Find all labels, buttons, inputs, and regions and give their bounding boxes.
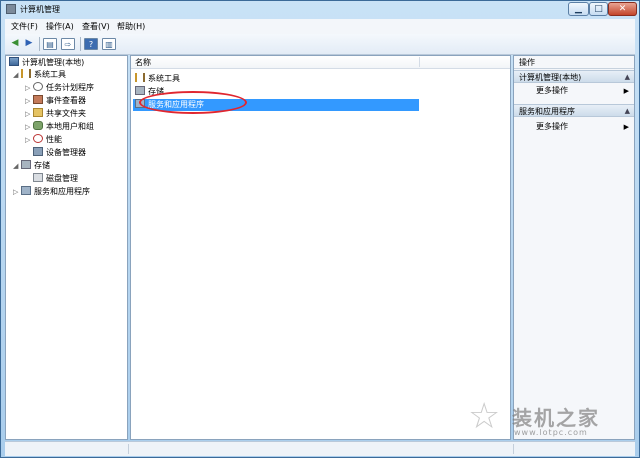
- toolbar: ◀ ▶ ▤ ⇨ ? ▥: [5, 34, 635, 55]
- tree-item-label: 本地用户和组: [46, 122, 94, 131]
- arrow-right-icon: ▶: [25, 38, 33, 48]
- tree-item-device-manager[interactable]: 设备管理器: [33, 147, 86, 159]
- tree-item-storage[interactable]: ◢ 存储: [13, 160, 50, 172]
- collapse-arrow-icon[interactable]: ◢: [13, 160, 21, 172]
- collapse-caret-icon[interactable]: ▲: [625, 105, 630, 118]
- tree-item-label: 任务计划程序: [46, 83, 94, 92]
- performance-icon: [33, 134, 43, 143]
- tree-item-disk-management[interactable]: 磁盘管理: [33, 173, 78, 185]
- tree-item-system-tools[interactable]: ◢ 系统工具: [13, 69, 66, 81]
- tree-item-label: 共享文件夹: [46, 109, 86, 118]
- actions-section-label: 计算机管理(本地): [519, 73, 582, 82]
- expand-arrow-icon[interactable]: ▷: [25, 82, 33, 94]
- actions-section-label: 服务和应用程序: [519, 107, 575, 116]
- tree-item-label: 磁盘管理: [46, 174, 78, 183]
- tree-item-label: 存储: [34, 161, 50, 170]
- menu-file[interactable]: 文件(F): [11, 21, 38, 32]
- more-actions-item[interactable]: 更多操作 ▶: [514, 85, 634, 97]
- menu-view[interactable]: 查看(V): [82, 21, 110, 32]
- event-log-icon: [33, 95, 43, 104]
- watermark-text: 装机之家: [512, 406, 600, 430]
- column-header-label: 名称: [135, 58, 151, 67]
- storage-icon: [135, 86, 145, 95]
- tree-item-local-users-groups[interactable]: ▷ 本地用户和组: [25, 121, 94, 133]
- column-header-name[interactable]: 名称: [131, 56, 510, 69]
- actions-pane-title: 操作: [514, 56, 634, 69]
- disk-icon: [33, 173, 43, 182]
- tools-icon: [21, 69, 31, 78]
- actions-section-services-applications[interactable]: 服务和应用程序 ▲: [514, 104, 634, 117]
- computer-icon: [9, 57, 19, 66]
- computer-management-icon: [6, 4, 16, 14]
- status-divider: [128, 444, 129, 454]
- collapse-arrow-icon[interactable]: ◢: [13, 69, 21, 81]
- toolbar-separator: [39, 37, 40, 51]
- menu-action[interactable]: 操作(A): [46, 21, 74, 32]
- tree-item-performance[interactable]: ▷ 性能: [25, 134, 62, 146]
- help-button[interactable]: ?: [84, 38, 98, 50]
- show-hide-action-pane-button[interactable]: ▥: [102, 38, 116, 50]
- toolbar-separator: [80, 37, 81, 51]
- tree-root-label: 计算机管理(本地): [22, 58, 85, 67]
- site-watermark: ☆ 装机之家 www.lotpc.com: [468, 396, 618, 446]
- device-manager-icon: [33, 147, 43, 156]
- expand-arrow-icon[interactable]: ▷: [25, 95, 33, 107]
- collapse-caret-icon[interactable]: ▲: [625, 71, 630, 84]
- tree-item-label: 事件查看器: [46, 96, 86, 105]
- export-icon: ⇨: [64, 40, 72, 49]
- actions-pane: 操作 计算机管理(本地) ▲ 更多操作 ▶ 服务和应用程序 ▲ 更多操作 ▶: [513, 55, 635, 440]
- actions-section-computer-management[interactable]: 计算机管理(本地) ▲: [514, 70, 634, 83]
- help-icon: ?: [88, 40, 94, 49]
- close-button[interactable]: ✕: [608, 2, 637, 16]
- tree-item-label: 性能: [46, 135, 62, 144]
- expand-arrow-icon[interactable]: ▷: [25, 121, 33, 133]
- list-item-system-tools[interactable]: 系统工具: [133, 73, 419, 85]
- console-tree-icon: ▤: [46, 40, 54, 49]
- more-actions-label: 更多操作: [536, 122, 568, 131]
- tree-item-label: 设备管理器: [46, 148, 86, 157]
- computer-management-window: 计算机管理 ▁ □ ✕ 文件(F) 操作(A) 查看(V) 帮助(H) ◀ ▶ …: [0, 0, 640, 458]
- show-hide-console-tree-button[interactable]: ▤: [43, 38, 57, 50]
- more-actions-item[interactable]: 更多操作 ▶: [514, 121, 634, 133]
- tree-item-label: 系统工具: [34, 70, 66, 79]
- shared-folder-icon: [33, 108, 43, 117]
- tree-root[interactable]: 计算机管理(本地): [9, 57, 84, 69]
- users-icon: [33, 121, 43, 130]
- expand-arrow-icon[interactable]: ▷: [25, 108, 33, 120]
- list-item-label: 系统工具: [148, 74, 180, 83]
- expand-arrow-icon[interactable]: ▷: [13, 186, 21, 198]
- tree-item-label: 服务和应用程序: [34, 187, 90, 196]
- menu-help[interactable]: 帮助(H): [117, 21, 145, 32]
- clock-icon: [33, 82, 43, 91]
- storage-icon: [21, 160, 31, 169]
- star-logo-icon: ☆: [468, 396, 501, 437]
- minimize-button[interactable]: ▁: [568, 2, 589, 16]
- column-divider[interactable]: [419, 57, 420, 67]
- back-button[interactable]: ◀: [9, 38, 21, 50]
- menu-bar: 文件(F) 操作(A) 查看(V) 帮助(H): [5, 19, 635, 34]
- expand-arrow-icon[interactable]: ▷: [25, 134, 33, 146]
- console-tree: 计算机管理(本地) ◢ 系统工具 ▷ 任务计划程序 ▷ 事件查看器 ▷ 共享文件夹 ▷ 本…: [5, 55, 128, 440]
- title-bar[interactable]: 计算机管理 ▁ □ ✕: [1, 1, 639, 18]
- action-pane-icon: ▥: [105, 40, 113, 49]
- annotation-highlight-oval: [139, 91, 247, 114]
- tree-item-services-applications[interactable]: ▷ 服务和应用程序: [13, 186, 90, 198]
- tree-item-shared-folders[interactable]: ▷ 共享文件夹: [25, 108, 86, 120]
- tree-item-task-scheduler[interactable]: ▷ 任务计划程序: [25, 82, 94, 94]
- watermark-url: www.lotpc.com: [514, 428, 588, 437]
- submenu-arrow-icon: ▶: [623, 87, 629, 95]
- more-actions-label: 更多操作: [536, 86, 568, 95]
- export-list-button[interactable]: ⇨: [61, 38, 75, 50]
- forward-button[interactable]: ▶: [23, 38, 35, 50]
- services-icon: [21, 186, 31, 195]
- submenu-arrow-icon: ▶: [623, 123, 629, 131]
- arrow-left-icon: ◀: [11, 38, 19, 48]
- tree-item-event-viewer[interactable]: ▷ 事件查看器: [25, 95, 86, 107]
- window-title: 计算机管理: [20, 5, 60, 14]
- tools-icon: [135, 73, 145, 82]
- maximize-button[interactable]: □: [589, 2, 608, 16]
